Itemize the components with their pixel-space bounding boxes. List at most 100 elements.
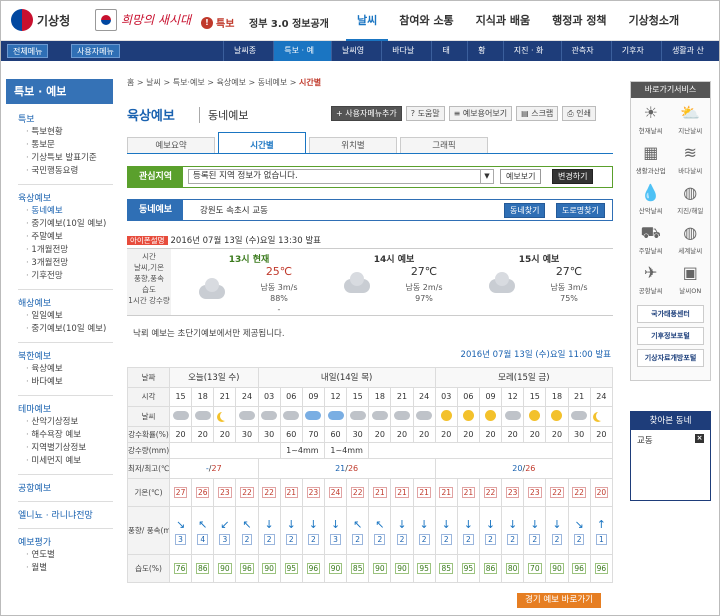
sub-nav-item[interactable]: 관측자료 bbox=[560, 41, 611, 75]
quick-service-item[interactable]: ◍ 세계날씨 bbox=[671, 221, 711, 261]
tukbo-link[interactable]: ! 특보 bbox=[201, 15, 234, 30]
tool-button[interactable]: ▤ 스크랩 bbox=[516, 106, 559, 121]
close-icon[interactable]: × bbox=[695, 434, 704, 443]
cloudy-icon bbox=[283, 411, 300, 421]
main-nav-item[interactable]: 기상청소개 bbox=[618, 1, 691, 41]
sidebar-item[interactable]: 산악기상정보 bbox=[26, 417, 113, 428]
quick-service-item[interactable]: ≋ 바다날씨 bbox=[671, 141, 711, 181]
favorite-item[interactable]: 교동 × bbox=[637, 434, 704, 446]
humidity-cell: 96 bbox=[567, 554, 591, 583]
sidebar-item[interactable]: 주말예보 bbox=[26, 232, 113, 243]
main-nav-item[interactable]: 날씨 bbox=[346, 1, 389, 41]
humidity-value: 80 bbox=[505, 563, 520, 575]
sub-nav-item[interactable]: 날씨종합 bbox=[223, 41, 273, 75]
quick-service-item[interactable]: 💧 산악날씨 bbox=[631, 181, 671, 221]
find-dongnae-button[interactable]: 동네찾기 bbox=[504, 203, 546, 218]
main-nav-item[interactable]: 행정과 정책 bbox=[541, 1, 617, 41]
sidebar-section-title[interactable]: 공항예보 bbox=[18, 474, 113, 494]
tab-0[interactable]: 예보요약 bbox=[127, 137, 215, 154]
sidebar-item[interactable]: 국민행동요령 bbox=[26, 166, 113, 177]
main-nav-item[interactable]: 지식과 배움 bbox=[465, 1, 541, 41]
sidebar-item[interactable]: 해수욕장 예보 bbox=[26, 430, 113, 441]
sidebar-item[interactable]: 지역별기상정보 bbox=[26, 443, 113, 454]
sidebar-item[interactable]: 바다예보 bbox=[26, 377, 113, 388]
sub-nav-item[interactable]: 지진 · 화산 bbox=[502, 41, 561, 75]
regional-forecast-button[interactable]: 경기 예보 바로가기 bbox=[517, 593, 601, 608]
sidebar-section-title[interactable]: 해상예보 bbox=[18, 289, 113, 309]
row-label: 최저/최고(℃) bbox=[127, 458, 170, 479]
pop-cell: 20 bbox=[368, 425, 392, 444]
change-button[interactable]: 변경하기 bbox=[552, 169, 594, 184]
sidebar-section-title[interactable]: 특보 bbox=[18, 112, 113, 125]
sub-nav-item[interactable]: 태풍 bbox=[431, 41, 467, 75]
tab-2[interactable]: 위치별 bbox=[309, 137, 397, 154]
humidity-value: 86 bbox=[195, 563, 210, 575]
sidebar-item[interactable]: 월별 bbox=[26, 563, 113, 574]
quick-service-item[interactable]: ▦ 생활과산업 bbox=[631, 141, 671, 181]
kma-logo[interactable]: 기상청 bbox=[11, 9, 70, 31]
gov30-link[interactable]: 정부 3.0 정보공개 bbox=[249, 15, 329, 30]
sub-nav-item[interactable]: 바다날씨 bbox=[381, 41, 431, 75]
sidebar-item[interactable]: 기상특보 발표기준 bbox=[26, 153, 113, 164]
day-header: 오늘(13일 수) bbox=[169, 367, 259, 388]
main-nav-item[interactable]: 참여와 소통 bbox=[388, 1, 464, 41]
sidebar-item[interactable]: 일일예보 bbox=[26, 311, 113, 322]
tab-3[interactable]: 그래픽 bbox=[400, 137, 488, 154]
sub-nav-item[interactable]: 황사 bbox=[467, 41, 503, 75]
sidebar-item[interactable]: 중기예보(10일 예보) bbox=[26, 324, 113, 335]
pop-cell: 30 bbox=[257, 425, 281, 444]
breadcrumb-item[interactable]: 육상예보 bbox=[216, 78, 245, 87]
sidebar-item[interactable]: 중기예보(10일 예보) bbox=[26, 219, 113, 230]
portal-link-button[interactable]: 기상자료개방포털 bbox=[637, 349, 704, 367]
sub-nav-item[interactable]: 날씨영상 bbox=[331, 41, 381, 75]
dongnae-box: 동네예보 강원도 속초시 교동 동네찾기 도로명찾기 bbox=[127, 199, 613, 221]
sidebar-section-title[interactable]: 북한예보 bbox=[18, 342, 113, 362]
sidebar-item[interactable]: 특보현황 bbox=[26, 127, 113, 138]
quick-service-item[interactable]: ✈ 공항날씨 bbox=[631, 261, 671, 301]
interest-select[interactable]: 등록된 지역 정보가 없습니다. ▼ bbox=[188, 169, 494, 184]
breadcrumb-item[interactable]: 동네예보 bbox=[258, 78, 287, 87]
portal-link-button[interactable]: 기후정보포털 bbox=[637, 327, 704, 345]
hourly-forecast-table: 날짜 오늘(13일 수) 내일(14일 목) 모레(15일 금) 시각 15 18 21 24 0… bbox=[127, 367, 614, 583]
sidebar-item[interactable]: 기후전망 bbox=[26, 271, 113, 282]
all-menu-button[interactable]: 전체메뉴 bbox=[7, 44, 49, 58]
sub-nav-item[interactable]: 특보 · 예보 bbox=[273, 41, 332, 75]
sidebar-section-title[interactable]: 테마예보 bbox=[18, 395, 113, 415]
sidebar-item[interactable]: 1개월전망 bbox=[26, 245, 113, 256]
user-menu-button[interactable]: 사용자메뉴 bbox=[71, 44, 120, 58]
tool-button[interactable]: ⎙ 인쇄 bbox=[562, 106, 596, 121]
sidebar-section-title[interactable]: 육상예보 bbox=[18, 184, 113, 204]
minmax-cell: 20/26 bbox=[434, 458, 614, 479]
breadcrumb-item[interactable]: 날씨 bbox=[146, 78, 161, 87]
tool-button[interactable]: ? 도움말 bbox=[405, 106, 445, 121]
sub-nav-item[interactable]: 기후자료 bbox=[610, 41, 661, 75]
tool-button[interactable]: + 사용자메뉴추가 bbox=[331, 106, 402, 121]
sub-nav-item[interactable]: 생활과 산업 bbox=[660, 41, 719, 75]
quick-service-item[interactable]: ◍ 지진/해일 bbox=[671, 181, 711, 221]
tab-1[interactable]: 시간별 bbox=[218, 132, 306, 154]
wind-arrow-icon: ↑ bbox=[596, 517, 606, 531]
sidebar-section-title[interactable]: 예보평가 bbox=[18, 528, 113, 548]
sidebar-item[interactable]: 연도별 bbox=[26, 550, 113, 561]
interest-label: 관심지역 bbox=[128, 167, 183, 187]
announce-tag[interactable]: 아이폰설명 bbox=[127, 236, 168, 245]
view-forecast-button[interactable]: 예보보기 bbox=[500, 169, 542, 184]
sidebar-item[interactable]: 3개월전망 bbox=[26, 258, 113, 269]
road-name-button[interactable]: 도로명찾기 bbox=[556, 203, 605, 218]
breadcrumb-item[interactable]: 특보·예보 bbox=[173, 78, 205, 87]
sidebar-section-title[interactable]: 엘니뇨 · 라니냐전망 bbox=[18, 501, 113, 521]
quick-service-item[interactable]: ▣ 날씨ON bbox=[671, 261, 711, 301]
sidebar-item[interactable]: 육상예보 bbox=[26, 364, 113, 375]
sidebar-item[interactable]: 통보문 bbox=[26, 140, 113, 151]
sidebar-item[interactable]: 미세먼지 예보 bbox=[26, 456, 113, 467]
quick-service-item[interactable]: ☀ 현재날씨 bbox=[631, 101, 671, 141]
time-cell: 09 bbox=[301, 386, 325, 408]
portal-link-button[interactable]: 국가태풍센터 bbox=[637, 305, 704, 323]
quick-service-item[interactable]: ⛟ 주말날씨 bbox=[631, 221, 671, 261]
humidity-value: 85 bbox=[350, 563, 365, 575]
sidebar-item[interactable]: 동네예보 bbox=[26, 206, 113, 217]
quick-service-item[interactable]: ⛅ 지난날씨 bbox=[671, 101, 711, 141]
wind-cell: ↓ 3 bbox=[323, 505, 348, 556]
tool-button[interactable]: ≡ 예보용어보기 bbox=[448, 106, 513, 121]
summary-label: 시간 bbox=[142, 252, 156, 261]
